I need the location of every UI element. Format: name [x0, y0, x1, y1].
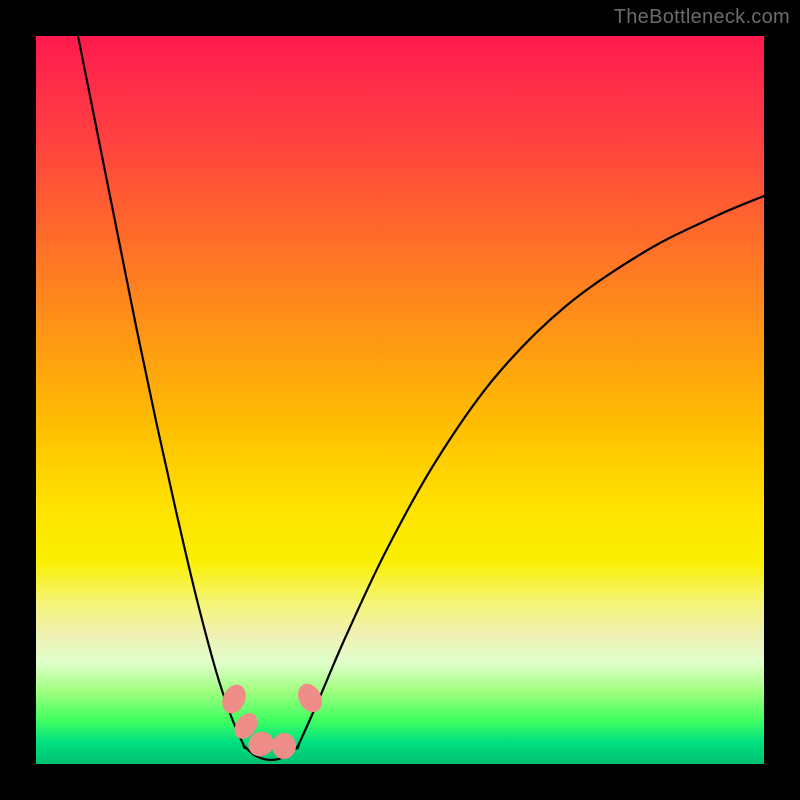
marker-blob [271, 732, 297, 760]
marker-blob [293, 680, 327, 717]
chart-frame: TheBottleneck.com [0, 0, 800, 800]
marker-blob [218, 681, 251, 717]
plot-area [36, 36, 764, 764]
curve-layer [36, 36, 764, 764]
bottleneck-curve [78, 36, 764, 760]
watermark-text: TheBottleneck.com [614, 6, 790, 29]
